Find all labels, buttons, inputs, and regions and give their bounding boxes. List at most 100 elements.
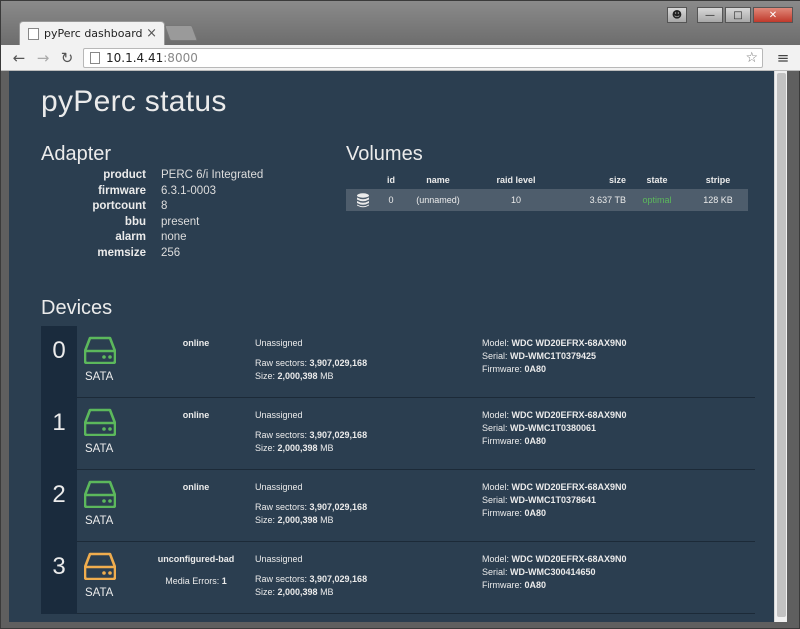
adapter-row-memsize: memsize 256 <box>41 247 263 263</box>
adapter-row-bbu: bbu present <box>41 216 263 232</box>
device-type: SATA <box>85 515 114 527</box>
adapter-value: 8 <box>161 200 168 213</box>
url-host: 10.1.4.41 <box>106 51 164 65</box>
device-status: online <box>182 410 210 420</box>
page-title: pyPerc status <box>41 85 227 118</box>
device-type: SATA <box>85 587 114 599</box>
adapter-key: firmware <box>98 184 146 197</box>
database-icon <box>346 192 380 208</box>
device-size: Size: 2,000,398 MB <box>255 371 334 381</box>
device-number: 3 <box>41 542 77 614</box>
device-status: online <box>182 338 210 348</box>
forward-arrow-icon[interactable]: → <box>33 48 53 68</box>
page-scrollbar[interactable] <box>774 71 787 622</box>
browser-toolbar: ← → ↻ 10.1.4.41:8000 ☆ ≡ <box>1 45 800 71</box>
adapter-value: PERC 6/i Integrated <box>161 169 264 181</box>
adapter-key: alarm <box>115 231 146 244</box>
device-serial: Serial: WD-WMC1T0380061 <box>482 423 597 433</box>
device-model: Model: WDC WD20EFRX-68AX9N0 <box>482 338 627 348</box>
device-size: Size: 2,000,398 MB <box>255 515 334 525</box>
adapter-row-portcount: portcount 8 <box>41 200 263 216</box>
close-window-button[interactable]: ✕ <box>753 7 793 23</box>
new-tab-button[interactable] <box>164 25 198 41</box>
volume-size: 3.637 TB <box>589 195 626 205</box>
adapter-key: portcount <box>92 200 146 213</box>
device-number: 1 <box>41 398 77 470</box>
list-item: 0 SATA online Unassigned Raw sectors: 3,… <box>41 326 755 398</box>
device-assignment: Unassigned <box>255 554 303 564</box>
device-size: Size: 2,000,398 MB <box>255 587 334 597</box>
page-icon <box>90 52 100 64</box>
adapter-key: bbu <box>124 215 146 228</box>
col-state: state <box>646 175 668 185</box>
browser-tab[interactable]: pyPerc dashboard × <box>19 21 165 45</box>
media-errors: Media Errors: 1 <box>165 576 227 586</box>
user-icon[interactable]: ☻ <box>667 7 687 23</box>
device-type: SATA <box>85 371 114 383</box>
devices-list: 0 SATA online Unassigned Raw sectors: 3,… <box>41 326 755 614</box>
device-type: SATA <box>85 443 114 455</box>
device-assignment: Unassigned <box>255 410 303 420</box>
tab-title: pyPerc dashboard <box>44 27 143 40</box>
close-tab-icon[interactable]: × <box>146 26 157 41</box>
adapter-value: present <box>161 215 200 228</box>
bookmark-star-icon[interactable]: ☆ <box>745 49 758 67</box>
device-serial: Serial: WD-WMC1T0378641 <box>482 495 597 505</box>
back-arrow-icon[interactable]: ← <box>9 48 29 68</box>
adapter-key: memsize <box>97 246 146 259</box>
adapter-value: 6.3.1-0003 <box>161 184 216 197</box>
hard-drive-icon <box>84 480 116 508</box>
volume-stripe: 128 KB <box>703 195 733 205</box>
device-number: 0 <box>41 326 77 398</box>
volume-state: optimal <box>642 195 672 205</box>
device-model: Model: WDC WD20EFRX-68AX9N0 <box>482 482 627 492</box>
menu-icon[interactable]: ≡ <box>775 49 791 67</box>
adapter-value: 256 <box>161 246 181 259</box>
device-assignment: Unassigned <box>255 338 303 348</box>
raw-sectors: Raw sectors: 3,907,029,168 <box>255 502 368 512</box>
col-stripe: stripe <box>705 175 731 185</box>
minimize-button[interactable]: — <box>697 7 723 23</box>
list-item: 2 SATA online Unassigned Raw sectors: 3,… <box>41 470 755 542</box>
reload-icon[interactable]: ↻ <box>57 48 77 68</box>
col-raid-level: raid level <box>496 175 536 185</box>
col-size: size <box>608 175 626 185</box>
volumes-heading: Volumes <box>346 143 423 165</box>
hard-drive-icon <box>84 552 116 580</box>
device-status: unconfigured-bad <box>157 554 235 564</box>
device-number: 2 <box>41 470 77 542</box>
adapter-info: product PERC 6/i Integrated firmware 6.3… <box>41 169 263 263</box>
adapter-row-product: product PERC 6/i Integrated <box>41 169 263 185</box>
col-name: name <box>426 175 450 185</box>
col-id: id <box>387 175 395 185</box>
device-status: online <box>182 482 210 492</box>
volume-raid-level: 10 <box>510 195 521 205</box>
table-row: 0 (unnamed) 10 3.637 TB optimal 128 KB <box>346 189 748 211</box>
device-serial: Serial: WD-WMC300414650 <box>482 567 596 577</box>
address-bar[interactable]: 10.1.4.41:8000 ☆ <box>83 48 763 68</box>
volumes-table: id name raid level size state stripe 0 (… <box>346 173 748 211</box>
page-favicon-icon <box>28 28 39 40</box>
device-firmware: Firmware: 0A80 <box>482 508 547 518</box>
maximize-button[interactable]: □ <box>725 7 751 23</box>
list-item: 1 SATA online Unassigned Raw sectors: 3,… <box>41 398 755 470</box>
page-viewport: pyPerc status Adapter Volumes Devices pr… <box>9 71 787 622</box>
title-bar: pyPerc dashboard × ☻ — □ ✕ <box>1 1 800 45</box>
browser-window: pyPerc dashboard × ☻ — □ ✕ ← → ↻ 10.1.4.… <box>0 0 800 629</box>
list-item: 3 SATA unconfigured-bad Media Errors: 1 … <box>41 542 755 614</box>
raw-sectors: Raw sectors: 3,907,029,168 <box>255 430 368 440</box>
hard-drive-icon <box>84 408 116 436</box>
device-firmware: Firmware: 0A80 <box>482 436 547 446</box>
adapter-row-alarm: alarm none <box>41 231 263 247</box>
volume-name: (unnamed) <box>416 195 460 205</box>
scrollbar-thumb[interactable] <box>777 73 786 617</box>
adapter-value: none <box>161 231 187 244</box>
devices-heading: Devices <box>41 297 113 319</box>
device-firmware: Firmware: 0A80 <box>482 580 547 590</box>
device-model: Model: WDC WD20EFRX-68AX9N0 <box>482 554 627 564</box>
raw-sectors: Raw sectors: 3,907,029,168 <box>255 358 368 368</box>
raw-sectors: Raw sectors: 3,907,029,168 <box>255 574 368 584</box>
adapter-heading: Adapter <box>41 143 112 165</box>
url-port: :8000 <box>163 51 198 65</box>
volume-id: 0 <box>388 195 394 205</box>
